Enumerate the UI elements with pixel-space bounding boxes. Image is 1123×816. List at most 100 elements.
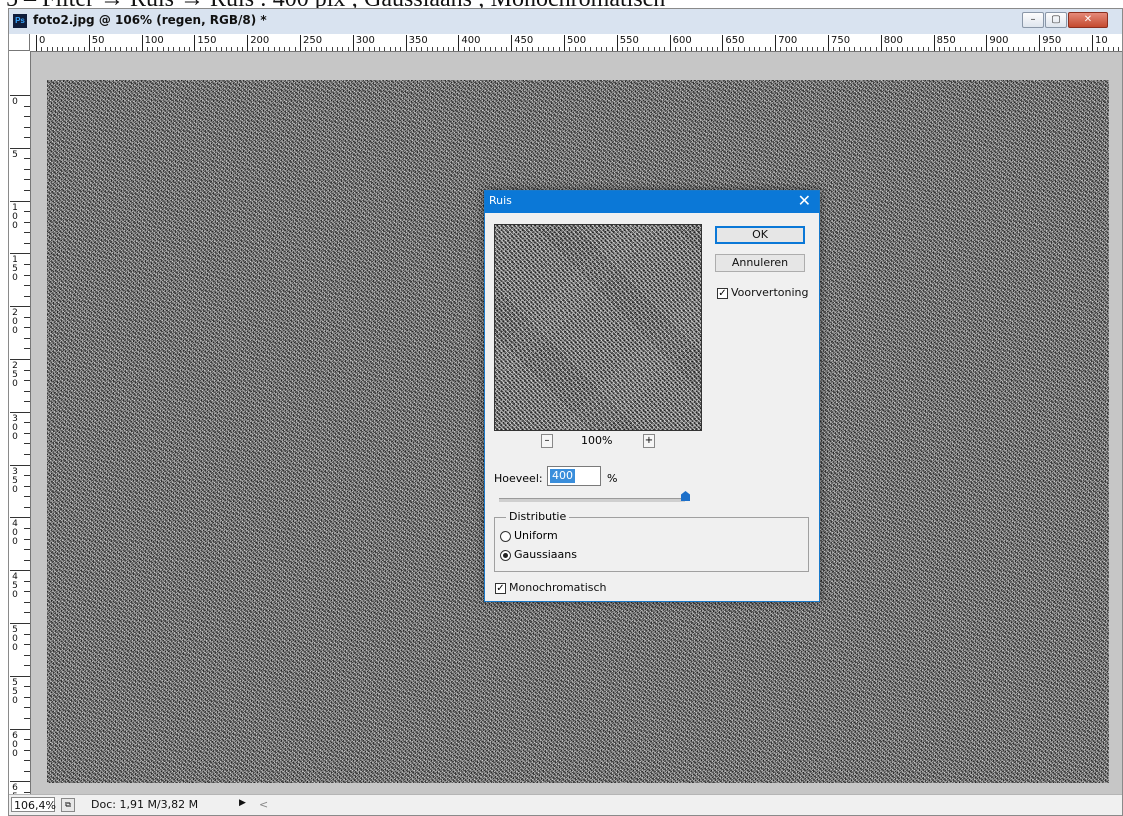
ruler-tick-label: 200	[12, 308, 18, 337]
ruler-tick-label: 700	[778, 35, 798, 46]
dialog-close-icon[interactable]: ✕	[798, 192, 811, 210]
ruler-minor-tick	[278, 47, 280, 51]
ruler-tick-label: 950	[1042, 35, 1062, 46]
ruler-minor-tick	[24, 337, 30, 339]
uniform-radio-label[interactable]: Uniform	[514, 529, 558, 542]
ruler-tick-label: 750	[831, 35, 851, 46]
ruler-minor-tick	[395, 47, 397, 51]
zoom-level-field[interactable]: 106,4%	[11, 797, 56, 812]
ruler-tick-label: 250	[12, 361, 18, 389]
ruler-major-tick	[10, 306, 30, 308]
vertical-ruler[interactable]: 05100150200250300350400450500550600650	[9, 51, 31, 796]
ruler-minor-tick	[231, 47, 233, 51]
ruler-minor-tick	[384, 47, 386, 51]
ruler-minor-tick	[833, 47, 835, 51]
ruler-minor-tick	[24, 380, 30, 382]
ruler-major-tick	[10, 253, 30, 255]
ruler-minor-tick	[389, 47, 391, 51]
ruler-minor-tick	[1033, 47, 1035, 51]
scroll-left-arrow-icon[interactable]: <	[259, 798, 268, 811]
ruler-minor-tick	[917, 47, 919, 51]
amount-input[interactable]: 400	[547, 466, 601, 486]
ruler-minor-tick	[24, 760, 30, 762]
ruler-minor-tick	[24, 612, 30, 614]
preview-zoom-percent: 100%	[581, 434, 613, 447]
ruler-major-tick	[775, 35, 777, 51]
ruler-tick-label: 900	[989, 35, 1009, 46]
ruler-minor-tick	[1118, 47, 1120, 51]
ruler-minor-tick	[685, 47, 687, 51]
uniform-radio[interactable]	[500, 531, 511, 542]
ruler-minor-tick	[701, 47, 703, 51]
ruler-major-tick	[352, 35, 354, 51]
horizontal-ruler[interactable]: 0 50 100 150 200 250 300 350 400 450 500 550 600 650 7…	[30, 34, 1122, 52]
ruler-minor-tick	[342, 47, 344, 51]
ruler-tick-label: 800	[883, 35, 903, 46]
ruler-minor-tick	[690, 47, 692, 51]
window-titlebar[interactable]: Ps foto2.jpg @ 106% (regen, RGB/8) * – ▢…	[9, 9, 1122, 35]
ruler-minor-tick	[24, 707, 30, 709]
ok-button[interactable]: OK	[715, 226, 805, 244]
ruler-minor-tick	[41, 47, 43, 51]
amount-slider-track[interactable]	[499, 498, 685, 502]
ruler-minor-tick	[923, 47, 925, 51]
ruler-minor-tick	[463, 47, 465, 51]
ruler-major-tick	[880, 35, 882, 51]
ruler-minor-tick	[336, 47, 338, 51]
filter-preview[interactable]	[494, 224, 702, 431]
amount-slider-thumb[interactable]	[681, 491, 690, 501]
ruler-minor-tick	[24, 348, 30, 350]
distribution-legend: Distributie	[506, 510, 570, 523]
preview-checkbox-label[interactable]: Voorvertoning	[731, 286, 808, 299]
ruler-minor-tick	[183, 47, 185, 51]
ruler-minor-tick	[294, 47, 296, 51]
ruler-minor-tick	[215, 47, 217, 51]
ruler-minor-tick	[24, 485, 30, 487]
ruler-minor-tick	[241, 47, 243, 51]
ruler-minor-tick	[495, 47, 497, 51]
ruler-minor-tick	[1076, 47, 1078, 51]
ruler-major-tick	[10, 200, 30, 202]
ruler-major-tick	[36, 35, 37, 51]
ruler-origin[interactable]	[9, 34, 30, 51]
ruler-minor-tick	[711, 47, 713, 51]
ruler-minor-tick	[104, 47, 106, 51]
maximize-button[interactable]: ▢	[1045, 12, 1067, 28]
ruler-minor-tick	[24, 316, 30, 318]
ruler-minor-tick	[178, 47, 180, 51]
dialog-titlebar[interactable]: Ruis ✕	[485, 191, 819, 213]
ruler-minor-tick	[785, 47, 787, 51]
document-profile-icon[interactable]: ⧉	[61, 798, 75, 812]
monochromatic-checkbox[interactable]: ✓	[495, 583, 506, 594]
preview-checkbox[interactable]: ✓	[717, 288, 728, 299]
ruler-minor-tick	[1086, 47, 1088, 51]
ruler-minor-tick	[1049, 47, 1051, 51]
ruler-minor-tick	[1097, 47, 1099, 51]
ruler-minor-tick	[263, 47, 265, 51]
ruler-minor-tick	[791, 47, 793, 51]
preview-zoom-in-button[interactable]: +	[643, 434, 655, 448]
status-menu-arrow-icon[interactable]: ▶	[239, 798, 246, 808]
ruler-minor-tick	[1007, 47, 1009, 51]
close-window-button[interactable]: ✕	[1068, 12, 1108, 28]
ruler-tick-label: 600	[12, 730, 18, 759]
cancel-button[interactable]: Annuleren	[715, 254, 805, 272]
ruler-minor-tick	[479, 47, 481, 51]
ruler-minor-tick	[991, 47, 993, 51]
ruler-minor-tick	[99, 47, 101, 51]
ruler-tick-label: 450	[12, 572, 18, 601]
ruler-minor-tick	[24, 580, 30, 582]
preview-zoom-out-button[interactable]: –	[541, 434, 553, 448]
ruler-minor-tick	[24, 601, 30, 603]
ruler-minor-tick	[944, 47, 946, 51]
ruler-minor-tick	[78, 47, 80, 51]
ruler-minor-tick	[125, 47, 127, 51]
ruler-major-tick	[300, 35, 301, 51]
monochromatic-checkbox-label[interactable]: Monochromatisch	[509, 581, 607, 594]
gaussian-radio[interactable]	[500, 550, 511, 561]
ruler-minor-tick	[24, 538, 30, 540]
ruler-minor-tick	[189, 47, 191, 51]
ruler-minor-tick	[812, 47, 814, 51]
gaussian-radio-label[interactable]: Gaussiaans	[514, 548, 577, 561]
minimize-button[interactable]: –	[1022, 12, 1044, 28]
